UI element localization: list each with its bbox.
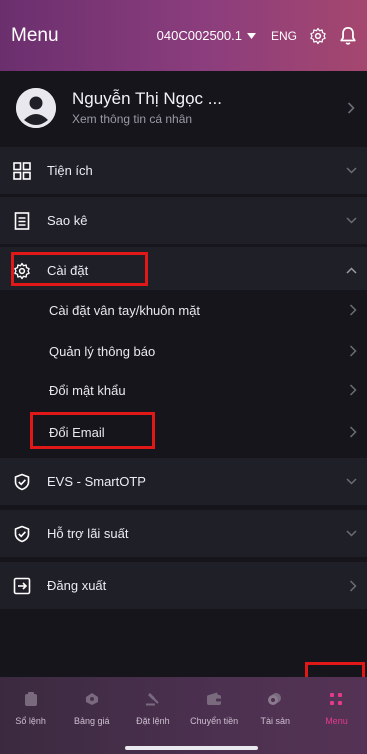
bottom-navigation: Sổ lệnh Bảng giá Đặt lệnh Chuyển tiền Tà… bbox=[0, 677, 367, 754]
menu-label-utilities: Tiện ích bbox=[47, 163, 93, 178]
chevron-right-icon bbox=[349, 304, 357, 316]
chevron-right-icon bbox=[349, 345, 357, 357]
tab-label: Đặt lệnh bbox=[136, 716, 170, 726]
account-selector[interactable]: 040C002500.1 bbox=[157, 28, 256, 43]
chevron-right-icon bbox=[349, 426, 357, 438]
menu-item-logout[interactable]: Đăng xuất bbox=[0, 562, 367, 609]
tab-transfer[interactable]: Chuyển tiền bbox=[184, 687, 245, 726]
wallet-icon bbox=[206, 687, 222, 711]
caret-down-icon bbox=[246, 32, 256, 39]
submenu-label: Quản lý thông báo bbox=[49, 343, 156, 359]
tab-order-book[interactable]: Sổ lệnh bbox=[0, 687, 61, 726]
menu-dots-icon bbox=[329, 687, 343, 711]
tab-label: Bảng giá bbox=[73, 716, 110, 726]
order-book-icon bbox=[24, 687, 38, 711]
tab-menu[interactable]: Menu bbox=[306, 687, 367, 726]
grid-icon bbox=[12, 161, 32, 181]
tab-label: Menu bbox=[325, 716, 348, 726]
profile-name: Nguyễn Thị Ngọc ... bbox=[72, 89, 222, 108]
chevron-down-icon bbox=[346, 217, 357, 224]
logout-icon bbox=[12, 576, 32, 596]
tab-place-order[interactable]: Đặt lệnh bbox=[122, 687, 183, 726]
gavel-icon bbox=[145, 687, 161, 711]
menu-item-margin-support[interactable]: Hỗ trợ lãi suất bbox=[0, 510, 367, 557]
chevron-right-icon bbox=[347, 101, 355, 114]
submenu-change-password[interactable]: Đổi mật khẩu bbox=[0, 370, 367, 410]
submenu-notification-management[interactable]: Quản lý thông báo bbox=[0, 331, 367, 371]
profile-info: Nguyễn Thị Ngọc ... Xem thông tin cá nhâ… bbox=[72, 89, 347, 126]
highlight-settings-box bbox=[11, 252, 148, 286]
submenu-biometric-settings[interactable]: Cài đặt vân tay/khuôn mặt bbox=[0, 290, 367, 330]
profile-card[interactable]: Nguyễn Thị Ngọc ... Xem thông tin cá nhâ… bbox=[0, 71, 367, 144]
chevron-down-icon bbox=[346, 530, 357, 537]
shield-check-icon bbox=[12, 472, 32, 492]
chevron-down-icon bbox=[346, 167, 357, 174]
tab-label: Chuyển tiền bbox=[190, 716, 239, 726]
tab-price-board[interactable]: Bảng giá bbox=[61, 687, 122, 726]
menu-label-smartotp: EVS - SmartOTP bbox=[47, 474, 146, 489]
header-title: Menu bbox=[11, 24, 59, 46]
menu-label-margin-support: Hỗ trợ lãi suất bbox=[47, 526, 129, 541]
chevron-down-icon bbox=[346, 478, 357, 485]
avatar-icon bbox=[16, 87, 56, 128]
settings-gear-icon[interactable] bbox=[309, 27, 327, 45]
price-board-icon bbox=[85, 687, 99, 711]
language-toggle[interactable]: ENG bbox=[271, 29, 297, 43]
tab-label: Sổ lệnh bbox=[15, 716, 46, 726]
profile-subtitle: Xem thông tin cá nhân bbox=[72, 112, 193, 126]
assets-icon bbox=[267, 687, 283, 711]
chevron-up-icon bbox=[346, 267, 357, 274]
menu-item-statement[interactable]: Sao kê bbox=[0, 197, 367, 244]
tab-label: Tài sản bbox=[260, 716, 291, 726]
document-icon bbox=[12, 211, 32, 231]
account-number: 040C002500.1 bbox=[156, 28, 242, 43]
menu-label-statement: Sao kê bbox=[47, 213, 88, 228]
notification-bell-icon[interactable] bbox=[339, 26, 357, 46]
submenu-label: Đổi mật khẩu bbox=[49, 382, 126, 398]
menu-item-smartotp[interactable]: EVS - SmartOTP bbox=[0, 458, 367, 505]
chevron-right-icon bbox=[349, 579, 357, 592]
menu-label-logout: Đăng xuất bbox=[47, 578, 107, 593]
menu-item-utilities[interactable]: Tiện ích bbox=[0, 147, 367, 194]
submenu-label: Cài đặt vân tay/khuôn mặt bbox=[49, 302, 201, 318]
shield-check-icon bbox=[12, 524, 32, 544]
home-indicator bbox=[125, 746, 258, 750]
header-bar: Menu 040C002500.1 ENG bbox=[0, 0, 367, 71]
highlight-change-email-box bbox=[30, 412, 155, 449]
chevron-right-icon bbox=[349, 384, 357, 396]
tab-assets[interactable]: Tài sản bbox=[245, 687, 306, 726]
